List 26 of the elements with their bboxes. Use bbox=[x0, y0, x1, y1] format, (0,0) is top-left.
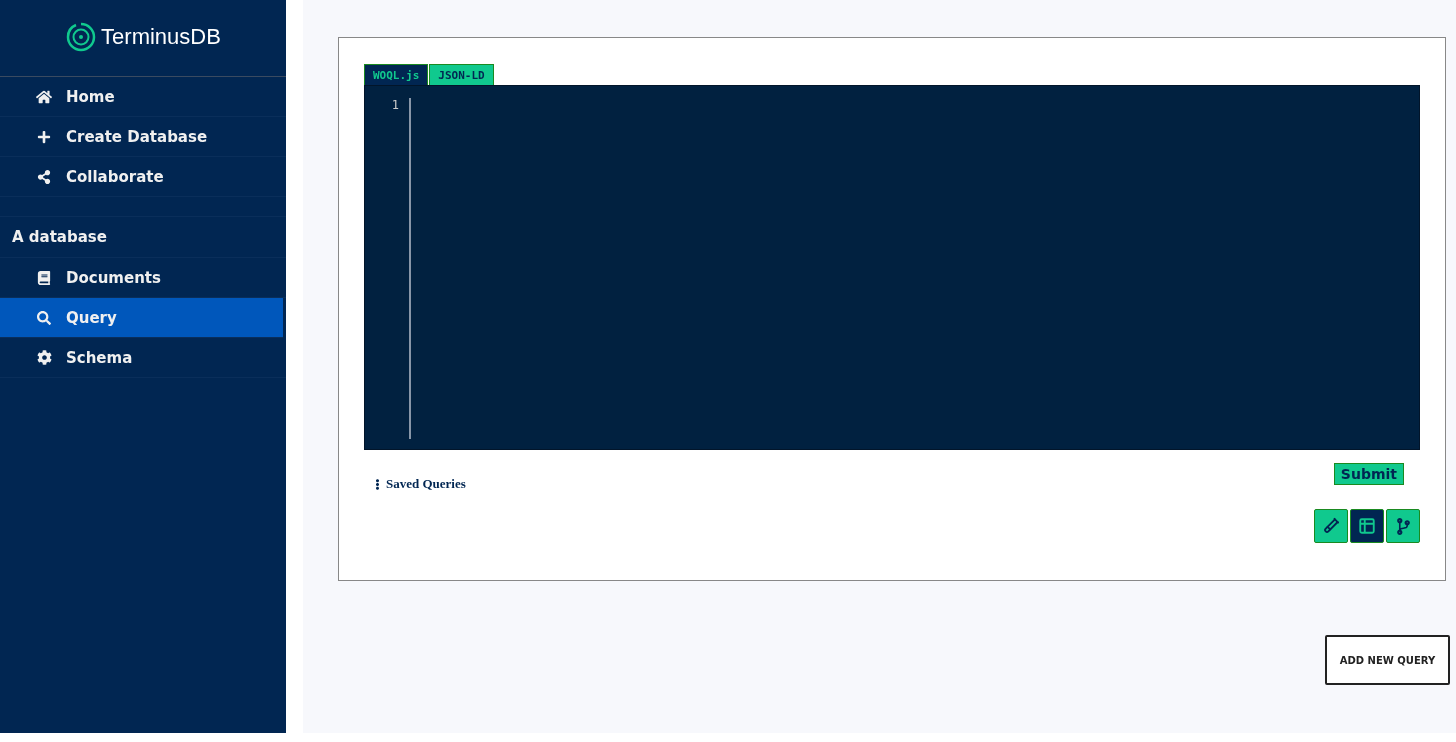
view-button[interactable] bbox=[1386, 509, 1420, 543]
nav-item[interactable]: Query bbox=[0, 298, 283, 338]
table-icon bbox=[1358, 517, 1376, 535]
saved-queries-menu[interactable]: Saved Queries bbox=[372, 476, 466, 492]
section-title: A database bbox=[0, 216, 286, 258]
branch-icon bbox=[1394, 517, 1412, 535]
language-tab[interactable]: WOQL.js bbox=[364, 64, 429, 85]
add-query-button[interactable]: ADD NEW QUERY bbox=[1325, 635, 1450, 685]
book-icon bbox=[37, 270, 51, 285]
code-editor[interactable]: 1 bbox=[364, 85, 1420, 450]
plus-icon bbox=[37, 129, 51, 144]
view-button[interactable] bbox=[1314, 509, 1348, 543]
view-button[interactable] bbox=[1350, 509, 1384, 543]
settings-icon bbox=[36, 350, 52, 365]
language-tab[interactable]: JSON-LD bbox=[429, 64, 494, 85]
share-icon bbox=[37, 169, 51, 184]
line-number: 1 bbox=[390, 98, 399, 112]
submit-button[interactable]: Submit bbox=[1333, 463, 1404, 485]
home-icon bbox=[36, 88, 52, 105]
nav-item[interactable]: Schema bbox=[0, 338, 286, 378]
logo-icon bbox=[65, 21, 98, 53]
nav-item[interactable]: Home bbox=[0, 77, 286, 117]
search-icon bbox=[37, 310, 51, 325]
nav-item[interactable]: Create Database bbox=[0, 117, 286, 157]
nav-item[interactable]: Collaborate bbox=[0, 157, 286, 197]
logo-text: TerminusDB bbox=[101, 24, 221, 50]
